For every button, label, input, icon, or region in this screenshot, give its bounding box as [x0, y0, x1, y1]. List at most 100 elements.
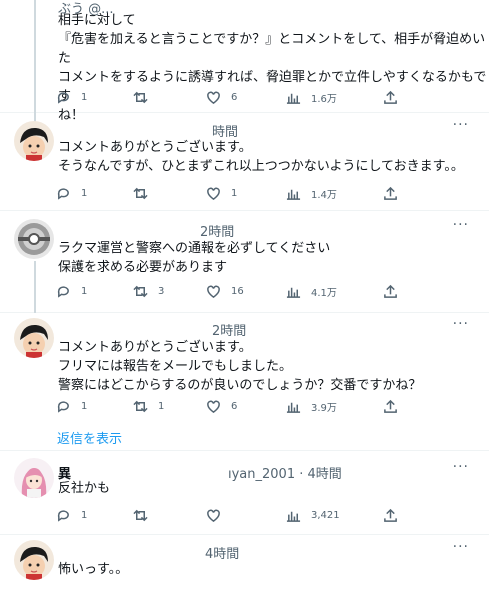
retweet-icon	[133, 509, 148, 521]
retweet-icon	[133, 400, 148, 412]
reply-count: 1	[81, 91, 88, 103]
more-options-icon[interactable]: ···	[453, 459, 469, 475]
tweet-5[interactable]: 4時間 ··· 怖いっす。。	[0, 535, 489, 595]
avatar[interactable]	[14, 540, 54, 580]
tweet-text: 怖いっす。。	[58, 562, 129, 577]
like-button[interactable]: 16	[206, 281, 244, 301]
reply-count: 1	[81, 509, 88, 521]
thread-line	[34, 0, 36, 123]
share-icon	[384, 508, 397, 522]
reply-count: 1	[81, 400, 88, 412]
views-button[interactable]: 1.6万	[286, 87, 337, 107]
share-button[interactable]	[383, 281, 408, 301]
more-options-icon[interactable]: ···	[453, 117, 469, 133]
more-options-icon[interactable]: ···	[453, 316, 469, 332]
like-button[interactable]	[206, 505, 231, 525]
share-button[interactable]	[383, 505, 408, 525]
views-icon	[286, 511, 301, 522]
views-button[interactable]: 3.9万	[286, 396, 337, 416]
tweet-header: 4時間	[205, 547, 240, 562]
retweet-icon	[133, 187, 148, 199]
retweet-button[interactable]: 1	[133, 396, 164, 416]
reply-count: 1	[81, 187, 88, 199]
tweet-4[interactable]: 異 ıyan_2001 · 4時間 ··· 反社かも 1 3,421	[0, 451, 489, 535]
like-count: 6	[231, 91, 238, 103]
retweet-button[interactable]	[133, 505, 158, 525]
retweet-icon	[133, 91, 148, 103]
tweet-header: 2時間	[200, 225, 235, 240]
reply-button[interactable]: 1	[56, 87, 87, 107]
action-bar: 1 1 6 3.9万	[56, 396, 476, 416]
tweet-text: 反社かも	[58, 481, 111, 496]
views-count: 1.6万	[311, 93, 337, 105]
reply-button[interactable]: 1	[56, 505, 87, 525]
views-icon	[286, 287, 301, 298]
heart-icon	[207, 91, 220, 104]
action-bar: 1 6 1.6万	[56, 87, 476, 107]
reply-icon	[57, 400, 69, 413]
avatar[interactable]	[14, 318, 54, 358]
tweet-text: 相手に対して 『危害を加えると言うことですか？』とコメントをして、相手が脅迫めい…	[58, 13, 487, 123]
tweet-2[interactable]: 2時間 ··· ラクマ運営と警察への通報を必ずしてください 保護を求める必要があ…	[0, 211, 489, 313]
heart-icon	[207, 509, 220, 522]
retweet-count: 1	[158, 400, 165, 412]
reply-button[interactable]: 1	[56, 281, 87, 301]
share-icon	[384, 186, 397, 200]
reply-icon	[57, 187, 69, 200]
views-count: 4.1万	[311, 287, 337, 299]
share-button[interactable]	[383, 183, 408, 203]
reply-icon	[57, 509, 69, 522]
retweet-button[interactable]	[133, 87, 158, 107]
reply-button[interactable]: 1	[56, 183, 87, 203]
like-count: 16	[231, 285, 244, 297]
tweet-text: ラクマ運営と警察への通報を必ずしてください 保護を求める必要があります	[58, 241, 331, 275]
reply-count: 1	[81, 285, 88, 297]
tweet-1[interactable]: 時間 ··· コメントありがとうございます。 そうなんですが、ひとまずこれ以上つ…	[0, 113, 489, 211]
views-icon	[286, 189, 301, 200]
share-button[interactable]	[383, 396, 408, 416]
tweet-text: コメントありがとうございます。 フリマには報告をメールでもしました。 警察にはど…	[58, 340, 422, 393]
tweet-3[interactable]: 2時間 ··· コメントありがとうございます。 フリマには報告をメールでもしまし…	[0, 313, 489, 451]
views-button[interactable]: 1.4万	[286, 183, 337, 203]
heart-icon	[207, 187, 220, 200]
views-icon	[286, 402, 301, 413]
reply-button[interactable]: 1	[56, 396, 87, 416]
like-button[interactable]: 1	[206, 183, 237, 203]
action-bar: 1 3,421	[56, 505, 476, 525]
share-icon	[384, 90, 397, 104]
retweet-button[interactable]: 3	[133, 281, 164, 301]
share-button[interactable]	[383, 87, 408, 107]
tweet-header: ıyan_2001 · 4時間	[228, 467, 342, 482]
more-options-icon[interactable]: ···	[453, 539, 469, 555]
like-count: 6	[231, 400, 238, 412]
like-button[interactable]: 6	[206, 396, 237, 416]
views-button[interactable]: 3,421	[286, 505, 340, 525]
action-bar: 1 3 16 4.1万	[56, 281, 476, 301]
retweet-button[interactable]	[133, 183, 158, 203]
like-count: 1	[231, 187, 238, 199]
avatar[interactable]	[14, 458, 54, 498]
share-icon	[384, 284, 397, 298]
reply-icon	[57, 285, 69, 298]
action-bar: 1 1 1.4万	[56, 183, 476, 203]
more-options-icon[interactable]: ···	[453, 217, 469, 233]
views-count: 1.4万	[311, 189, 337, 201]
show-replies-link[interactable]: 返信を表示	[57, 428, 122, 447]
tweet-text: コメントありがとうございます。 そうなんですが、ひとまずこれ以上つつかないように…	[58, 140, 464, 174]
like-button[interactable]: 6	[206, 87, 237, 107]
views-icon	[286, 93, 301, 104]
views-count: 3.9万	[311, 402, 337, 414]
avatar[interactable]	[14, 121, 54, 161]
retweet-count: 3	[158, 285, 165, 297]
retweet-icon	[133, 285, 148, 297]
share-icon	[384, 399, 397, 413]
tweet-header: 2時間	[212, 324, 247, 339]
thread-line	[34, 261, 36, 313]
views-button[interactable]: 4.1万	[286, 281, 337, 301]
views-count: 3,421	[311, 509, 340, 521]
heart-icon	[207, 285, 220, 298]
heart-icon	[207, 400, 220, 413]
tweet-0[interactable]: ぶう @... 相手に対して 『危害を加えると言うことですか？』とコメントをして…	[0, 0, 489, 123]
avatar[interactable]	[14, 219, 54, 259]
reply-icon	[57, 91, 69, 104]
